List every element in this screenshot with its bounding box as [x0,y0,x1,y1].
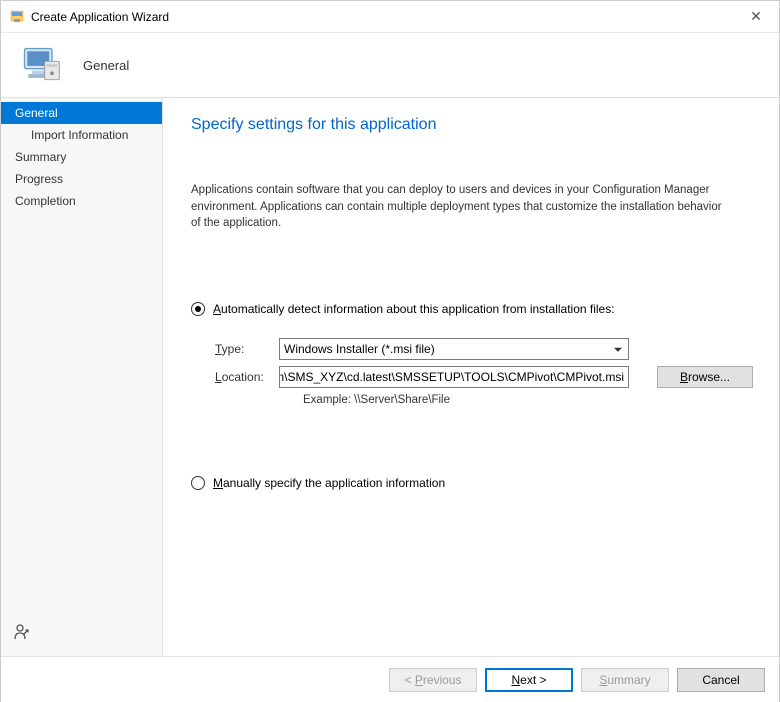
window-title: Create Application Wizard [31,10,169,24]
example-text: Example: \\Server\Share\File [303,394,753,406]
type-value: Windows Installer (*.msi file) [284,342,435,356]
radio-selected-icon [191,302,205,316]
previous-label: < Previous [404,673,461,687]
location-row: Location: o.com\SMS_XYZ\cd.latest\SMSSET… [215,366,753,388]
sidebar-item-summary[interactable]: Summary [1,146,162,168]
sidebar-item-label: Completion [15,194,76,208]
close-icon: ✕ [750,8,762,25]
radio-manual-label: Manually specify the application informa… [213,476,445,490]
sidebar-item-completion[interactable]: Completion [1,190,162,212]
header: General [1,33,779,98]
auto-fields: Type: Windows Installer (*.msi file) Loc… [215,338,753,406]
sidebar-item-general[interactable]: General [1,102,162,124]
radio-auto-label: Automatically detect information about t… [213,302,615,316]
next-label: Next > [511,673,546,687]
description-text: Applications contain software that you c… [191,182,731,232]
cancel-label: Cancel [702,673,739,687]
location-input[interactable]: o.com\SMS_XYZ\cd.latest\SMSSETUP\TOOLS\C… [279,366,629,388]
browse-button[interactable]: Browse... [657,366,753,388]
cancel-button[interactable]: Cancel [677,668,765,692]
sidebar-item-label: General [15,106,58,120]
sidebar-item-progress[interactable]: Progress [1,168,162,190]
app-icon [9,9,25,25]
summary-button: Summary [581,668,669,692]
sidebar-item-import-information[interactable]: Import Information [1,124,162,146]
sidebar-item-label: Summary [15,150,66,164]
next-button[interactable]: Next > [485,668,573,692]
content: General Import Information Summary Progr… [1,98,779,656]
wizard-footer: < Previous Next > Summary Cancel [1,656,779,702]
titlebar: Create Application Wizard ✕ [1,1,779,33]
type-row: Type: Windows Installer (*.msi file) [215,338,753,360]
radio-manual[interactable]: Manually specify the application informa… [191,476,753,490]
browse-label: Browse... [680,370,730,384]
close-button[interactable]: ✕ [733,1,779,31]
page-title: General [83,58,129,73]
main-heading: Specify settings for this application [191,116,753,134]
location-value: o.com\SMS_XYZ\cd.latest\SMSSETUP\TOOLS\C… [279,370,624,384]
computer-icon [19,43,63,87]
radio-unselected-icon [191,476,205,490]
sidebar: General Import Information Summary Progr… [1,98,163,656]
previous-button: < Previous [389,668,477,692]
main-panel: Specify settings for this application Ap… [163,98,779,656]
sidebar-item-label: Import Information [31,128,128,142]
person-icon[interactable] [13,623,31,646]
type-select[interactable]: Windows Installer (*.msi file) [279,338,629,360]
summary-label: Summary [599,673,650,687]
sidebar-item-label: Progress [15,172,63,186]
location-label: Location: [215,370,279,384]
radio-auto-detect[interactable]: Automatically detect information about t… [191,302,753,316]
type-label: Type: [215,342,279,356]
